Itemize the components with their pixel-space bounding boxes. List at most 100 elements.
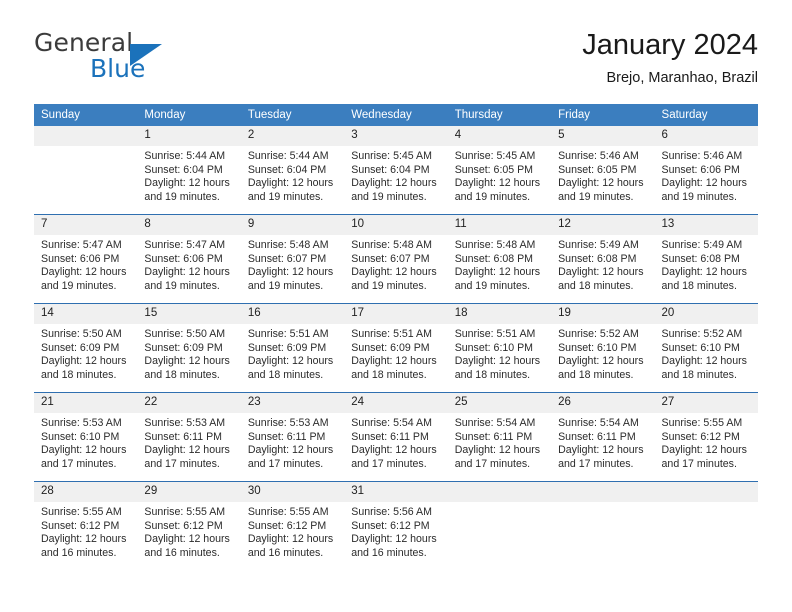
day-number: 22 [137,393,241,413]
calendar-page: General Blue January 2024 Brejo, Maranha… [0,0,792,612]
calendar-day-cell[interactable]: 25 Sunrise: 5:54 AM Sunset: 6:11 PM Dayligh… [447,392,552,482]
calendar-day-cell[interactable]: 3 Sunrise: 5:45 AM Sunset: 6:04 PM Daylight… [344,126,448,215]
daylight-text-line2: and 16 minutes. [41,546,117,559]
day-details: Sunrise: 5:51 AM Sunset: 6:10 PM Daylight:… [448,324,551,382]
sunset-text: Sunset: 6:12 PM [41,519,120,532]
day-number: 9 [240,215,345,235]
calendar-day-cell[interactable]: 11 Sunrise: 5:48 AM Sunset: 6:08 PM Dayligh… [447,214,552,304]
daylight-text-line1: Daylight: 12 hours [247,533,334,546]
calendar-week-row: 21 Sunrise: 5:53 AM Sunset: 6:10 PM Dayligh… [34,392,758,482]
sunset-text: Sunset: 6:10 PM [558,341,637,354]
sunset-text: Sunset: 6:04 PM [144,163,223,176]
day-number: 10 [344,215,448,235]
day-details: Sunrise: 5:48 AM Sunset: 6:07 PM Daylight:… [241,235,344,293]
day-details: Sunrise: 5:51 AM Sunset: 6:09 PM Daylight:… [241,324,344,382]
calendar-day-cell[interactable]: 7 Sunrise: 5:47 AM Sunset: 6:06 PM Daylight… [34,214,138,304]
day-details: Sunrise: 5:49 AM Sunset: 6:08 PM Daylight:… [655,235,758,293]
day-number: 19 [551,304,655,324]
calendar-day-cell[interactable]: 22 Sunrise: 5:53 AM Sunset: 6:11 PM Dayligh… [137,392,241,482]
day-number: 8 [137,215,241,235]
day-number: 30 [240,482,345,502]
sunrise-text: Sunrise: 5:55 AM [661,417,743,429]
sunrise-text: Sunrise: 5:53 AM [247,417,329,429]
daylight-text-line1: Daylight: 12 hours [351,177,437,190]
daylight-text-line2: and 17 minutes. [454,457,531,470]
daylight-text-line1: Daylight: 12 hours [41,533,127,546]
day-number: 2 [240,126,345,146]
weekday-header-friday: Friday [551,104,655,126]
sunset-text: Sunset: 6:09 PM [351,341,430,354]
sunset-text: Sunset: 6:09 PM [41,341,120,354]
sunrise-text: Sunrise: 5:54 AM [454,417,536,429]
weekday-header-sunday: Sunday [34,104,138,126]
general-blue-logo[interactable]: General Blue [34,28,254,86]
calendar-day-cell[interactable]: 23 Sunrise: 5:53 AM Sunset: 6:11 PM Dayligh… [240,392,345,482]
calendar-day-cell[interactable]: 28 Sunrise: 5:55 AM Sunset: 6:12 PM Dayligh… [34,481,138,570]
calendar-day-cell[interactable]: 16 Sunrise: 5:51 AM Sunset: 6:09 PM Dayligh… [240,303,345,393]
calendar-day-cell[interactable]: 27 Sunrise: 5:55 AM Sunset: 6:12 PM Dayligh… [654,392,758,482]
calendar-day-cell[interactable]: 6 Sunrise: 5:46 AM Sunset: 6:06 PM Daylight… [654,126,758,215]
day-details: Sunrise: 5:53 AM Sunset: 6:11 PM Daylight:… [241,413,344,471]
calendar-day-cell[interactable]: 21 Sunrise: 5:53 AM Sunset: 6:10 PM Dayligh… [34,392,138,482]
sunrise-text: Sunrise: 5:53 AM [144,417,226,429]
calendar-day-cell[interactable]: 1 Sunrise: 5:44 AM Sunset: 6:04 PM Daylight… [137,126,241,215]
day-number: 28 [34,482,138,502]
calendar-day-cell[interactable]: 14 Sunrise: 5:50 AM Sunset: 6:09 PM Dayligh… [34,303,138,393]
calendar-day-cell-empty [654,481,758,570]
day-details: Sunrise: 5:54 AM Sunset: 6:11 PM Daylight:… [551,413,654,471]
calendar-day-cell[interactable]: 18 Sunrise: 5:51 AM Sunset: 6:10 PM Dayligh… [447,303,552,393]
daylight-text-line1: Daylight: 12 hours [558,444,644,457]
daylight-text-line2: and 18 minutes. [558,279,634,292]
calendar-week-row: 14 Sunrise: 5:50 AM Sunset: 6:09 PM Dayligh… [34,303,758,393]
daylight-text-line1: Daylight: 12 hours [144,177,230,190]
sunrise-text: Sunrise: 5:50 AM [41,328,122,340]
calendar-day-cell[interactable]: 4 Sunrise: 5:45 AM Sunset: 6:05 PM Daylight… [447,126,552,215]
day-details [655,502,758,506]
calendar-day-cell[interactable]: 24 Sunrise: 5:54 AM Sunset: 6:11 PM Dayligh… [344,392,448,482]
sunset-text: Sunset: 6:12 PM [351,519,430,532]
sunrise-text: Sunrise: 5:51 AM [454,328,536,340]
day-number: 3 [344,126,448,146]
daylight-text-line2: and 19 minutes. [247,190,324,203]
day-number [34,126,138,146]
weekday-header-thursday: Thursday [447,104,552,126]
calendar-table: Sunday Monday Tuesday Wednesday Thursday Frid… [34,104,758,570]
daylight-text-line2: and 17 minutes. [661,457,737,470]
daylight-text-line2: and 17 minutes. [144,457,220,470]
calendar-day-cell[interactable]: 20 Sunrise: 5:52 AM Sunset: 6:10 PM Dayligh… [654,303,758,393]
weekday-header-monday: Monday [137,104,241,126]
calendar-day-cell[interactable]: 15 Sunrise: 5:50 AM Sunset: 6:09 PM Dayligh… [137,303,241,393]
calendar-day-cell[interactable]: 12 Sunrise: 5:49 AM Sunset: 6:08 PM Dayligh… [551,214,655,304]
sunset-text: Sunset: 6:08 PM [454,252,534,265]
calendar-day-cell[interactable]: 9 Sunrise: 5:48 AM Sunset: 6:07 PM Daylight… [240,214,345,304]
calendar-week-row: 28 Sunrise: 5:55 AM Sunset: 6:12 PM Dayligh… [34,481,758,570]
day-details [551,502,654,506]
calendar-day-cell[interactable]: 30 Sunrise: 5:55 AM Sunset: 6:12 PM Dayligh… [240,481,345,570]
calendar-day-cell[interactable]: 19 Sunrise: 5:52 AM Sunset: 6:10 PM Dayligh… [551,303,655,393]
day-details: Sunrise: 5:55 AM Sunset: 6:12 PM Daylight:… [655,413,758,471]
daylight-text-line2: and 16 minutes. [144,546,220,559]
day-details: Sunrise: 5:55 AM Sunset: 6:12 PM Daylight:… [241,502,344,560]
sunrise-text: Sunrise: 5:48 AM [454,239,536,251]
calendar-day-cell[interactable]: 31 Sunrise: 5:56 AM Sunset: 6:12 PM Dayligh… [344,481,448,570]
sunrise-text: Sunrise: 5:48 AM [351,239,432,251]
day-number: 25 [447,393,552,413]
sunrise-text: Sunrise: 5:55 AM [41,506,122,518]
calendar-day-cell[interactable]: 13 Sunrise: 5:49 AM Sunset: 6:08 PM Dayligh… [654,214,758,304]
calendar-day-cell[interactable]: 17 Sunrise: 5:51 AM Sunset: 6:09 PM Dayligh… [344,303,448,393]
sunrise-text: Sunrise: 5:44 AM [144,150,226,162]
calendar-day-cell[interactable]: 8 Sunrise: 5:47 AM Sunset: 6:06 PM Daylight… [137,214,241,304]
calendar-day-cell[interactable]: 2 Sunrise: 5:44 AM Sunset: 6:04 PM Daylight… [240,126,345,215]
calendar-day-cell[interactable]: 26 Sunrise: 5:54 AM Sunset: 6:11 PM Dayligh… [551,392,655,482]
calendar-day-cell[interactable]: 29 Sunrise: 5:55 AM Sunset: 6:12 PM Dayligh… [137,481,241,570]
daylight-text-line1: Daylight: 12 hours [661,355,747,368]
day-details: Sunrise: 5:55 AM Sunset: 6:12 PM Daylight:… [137,502,240,560]
day-details: Sunrise: 5:53 AM Sunset: 6:10 PM Daylight:… [34,413,137,471]
sunset-text: Sunset: 6:09 PM [144,341,223,354]
calendar-day-cell[interactable]: 10 Sunrise: 5:48 AM Sunset: 6:07 PM Dayligh… [344,214,448,304]
daylight-text-line2: and 18 minutes. [144,368,220,381]
daylight-text-line1: Daylight: 12 hours [41,355,127,368]
sunset-text: Sunset: 6:05 PM [454,163,534,176]
calendar-day-cell[interactable]: 5 Sunrise: 5:46 AM Sunset: 6:05 PM Daylight… [551,126,655,215]
sunrise-text: Sunrise: 5:50 AM [144,328,226,340]
